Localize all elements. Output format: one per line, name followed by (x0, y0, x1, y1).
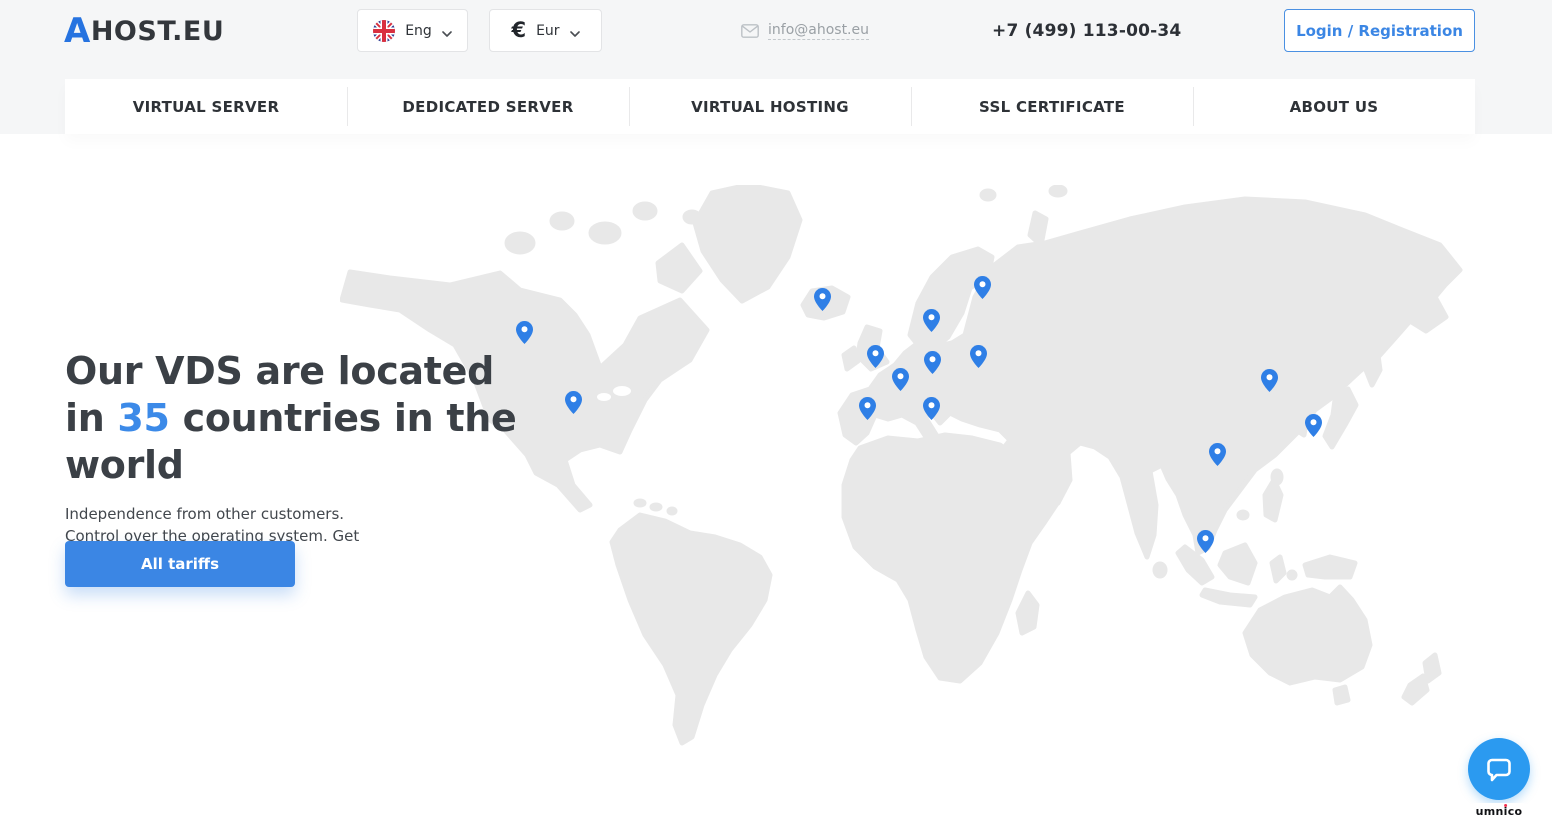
language-value: Eng (405, 23, 432, 39)
nav-item-dedicated-server[interactable]: DEDICATED SERVER (347, 79, 629, 134)
currency-value: Eur (536, 23, 559, 39)
hero-title: Our VDS are located in 35 countries in t… (65, 348, 625, 489)
chevron-down-icon (442, 22, 452, 41)
location-pin-icon (1305, 414, 1322, 437)
nav-item-virtual-server[interactable]: VIRTUAL SERVER (65, 79, 347, 134)
logo-accent-letter: A (64, 14, 91, 48)
location-pin-icon (923, 397, 940, 420)
location-pin-icon (974, 276, 991, 299)
chat-widget-button[interactable] (1468, 738, 1530, 800)
logo[interactable]: AHOST.EU (64, 10, 224, 52)
euro-icon: € (511, 20, 526, 41)
location-pin-icon (924, 351, 941, 374)
location-pin-icon (859, 397, 876, 420)
email-link[interactable]: info@ahost.eu (741, 0, 869, 62)
location-pin-icon (1261, 369, 1278, 392)
location-pin-icon (1197, 530, 1214, 553)
hero-highlight-number: 35 (117, 396, 169, 440)
chevron-down-icon (570, 22, 580, 41)
location-pin-icon (867, 345, 884, 368)
chat-bubble-icon (1483, 753, 1515, 785)
all-tariffs-button[interactable]: All tariffs (65, 541, 295, 587)
location-pin-icon (516, 321, 533, 344)
nav-item-ssl-certificate[interactable]: SSL CERTIFICATE (911, 79, 1193, 134)
uk-flag-icon (373, 20, 395, 42)
location-pin-icon (1209, 443, 1226, 466)
envelope-icon (741, 24, 759, 38)
email-text: info@ahost.eu (768, 22, 869, 40)
nav-item-about-us[interactable]: ABOUT US (1193, 79, 1475, 134)
location-pin-icon (970, 345, 987, 368)
nav-item-virtual-hosting[interactable]: VIRTUAL HOSTING (629, 79, 911, 134)
chat-widget-label[interactable]: umnico (1468, 803, 1531, 820)
hero-section: Our VDS are located in 35 countries in t… (65, 348, 625, 569)
page: AHOST.EU Eng € Eur (0, 0, 1552, 826)
main-navigation: VIRTUAL SERVER DEDICATED SERVER VIRTUAL … (65, 79, 1475, 134)
language-selector[interactable]: Eng (357, 9, 468, 52)
currency-selector[interactable]: € Eur (489, 9, 602, 52)
login-registration-button[interactable]: Login / Registration (1284, 9, 1475, 52)
location-pin-icon (892, 368, 909, 391)
phone-number[interactable]: +7 (499) 113-00-34 (992, 0, 1181, 62)
logo-text: HOST.EU (91, 18, 224, 45)
location-pin-icon (814, 288, 831, 311)
location-pin-icon (923, 309, 940, 332)
